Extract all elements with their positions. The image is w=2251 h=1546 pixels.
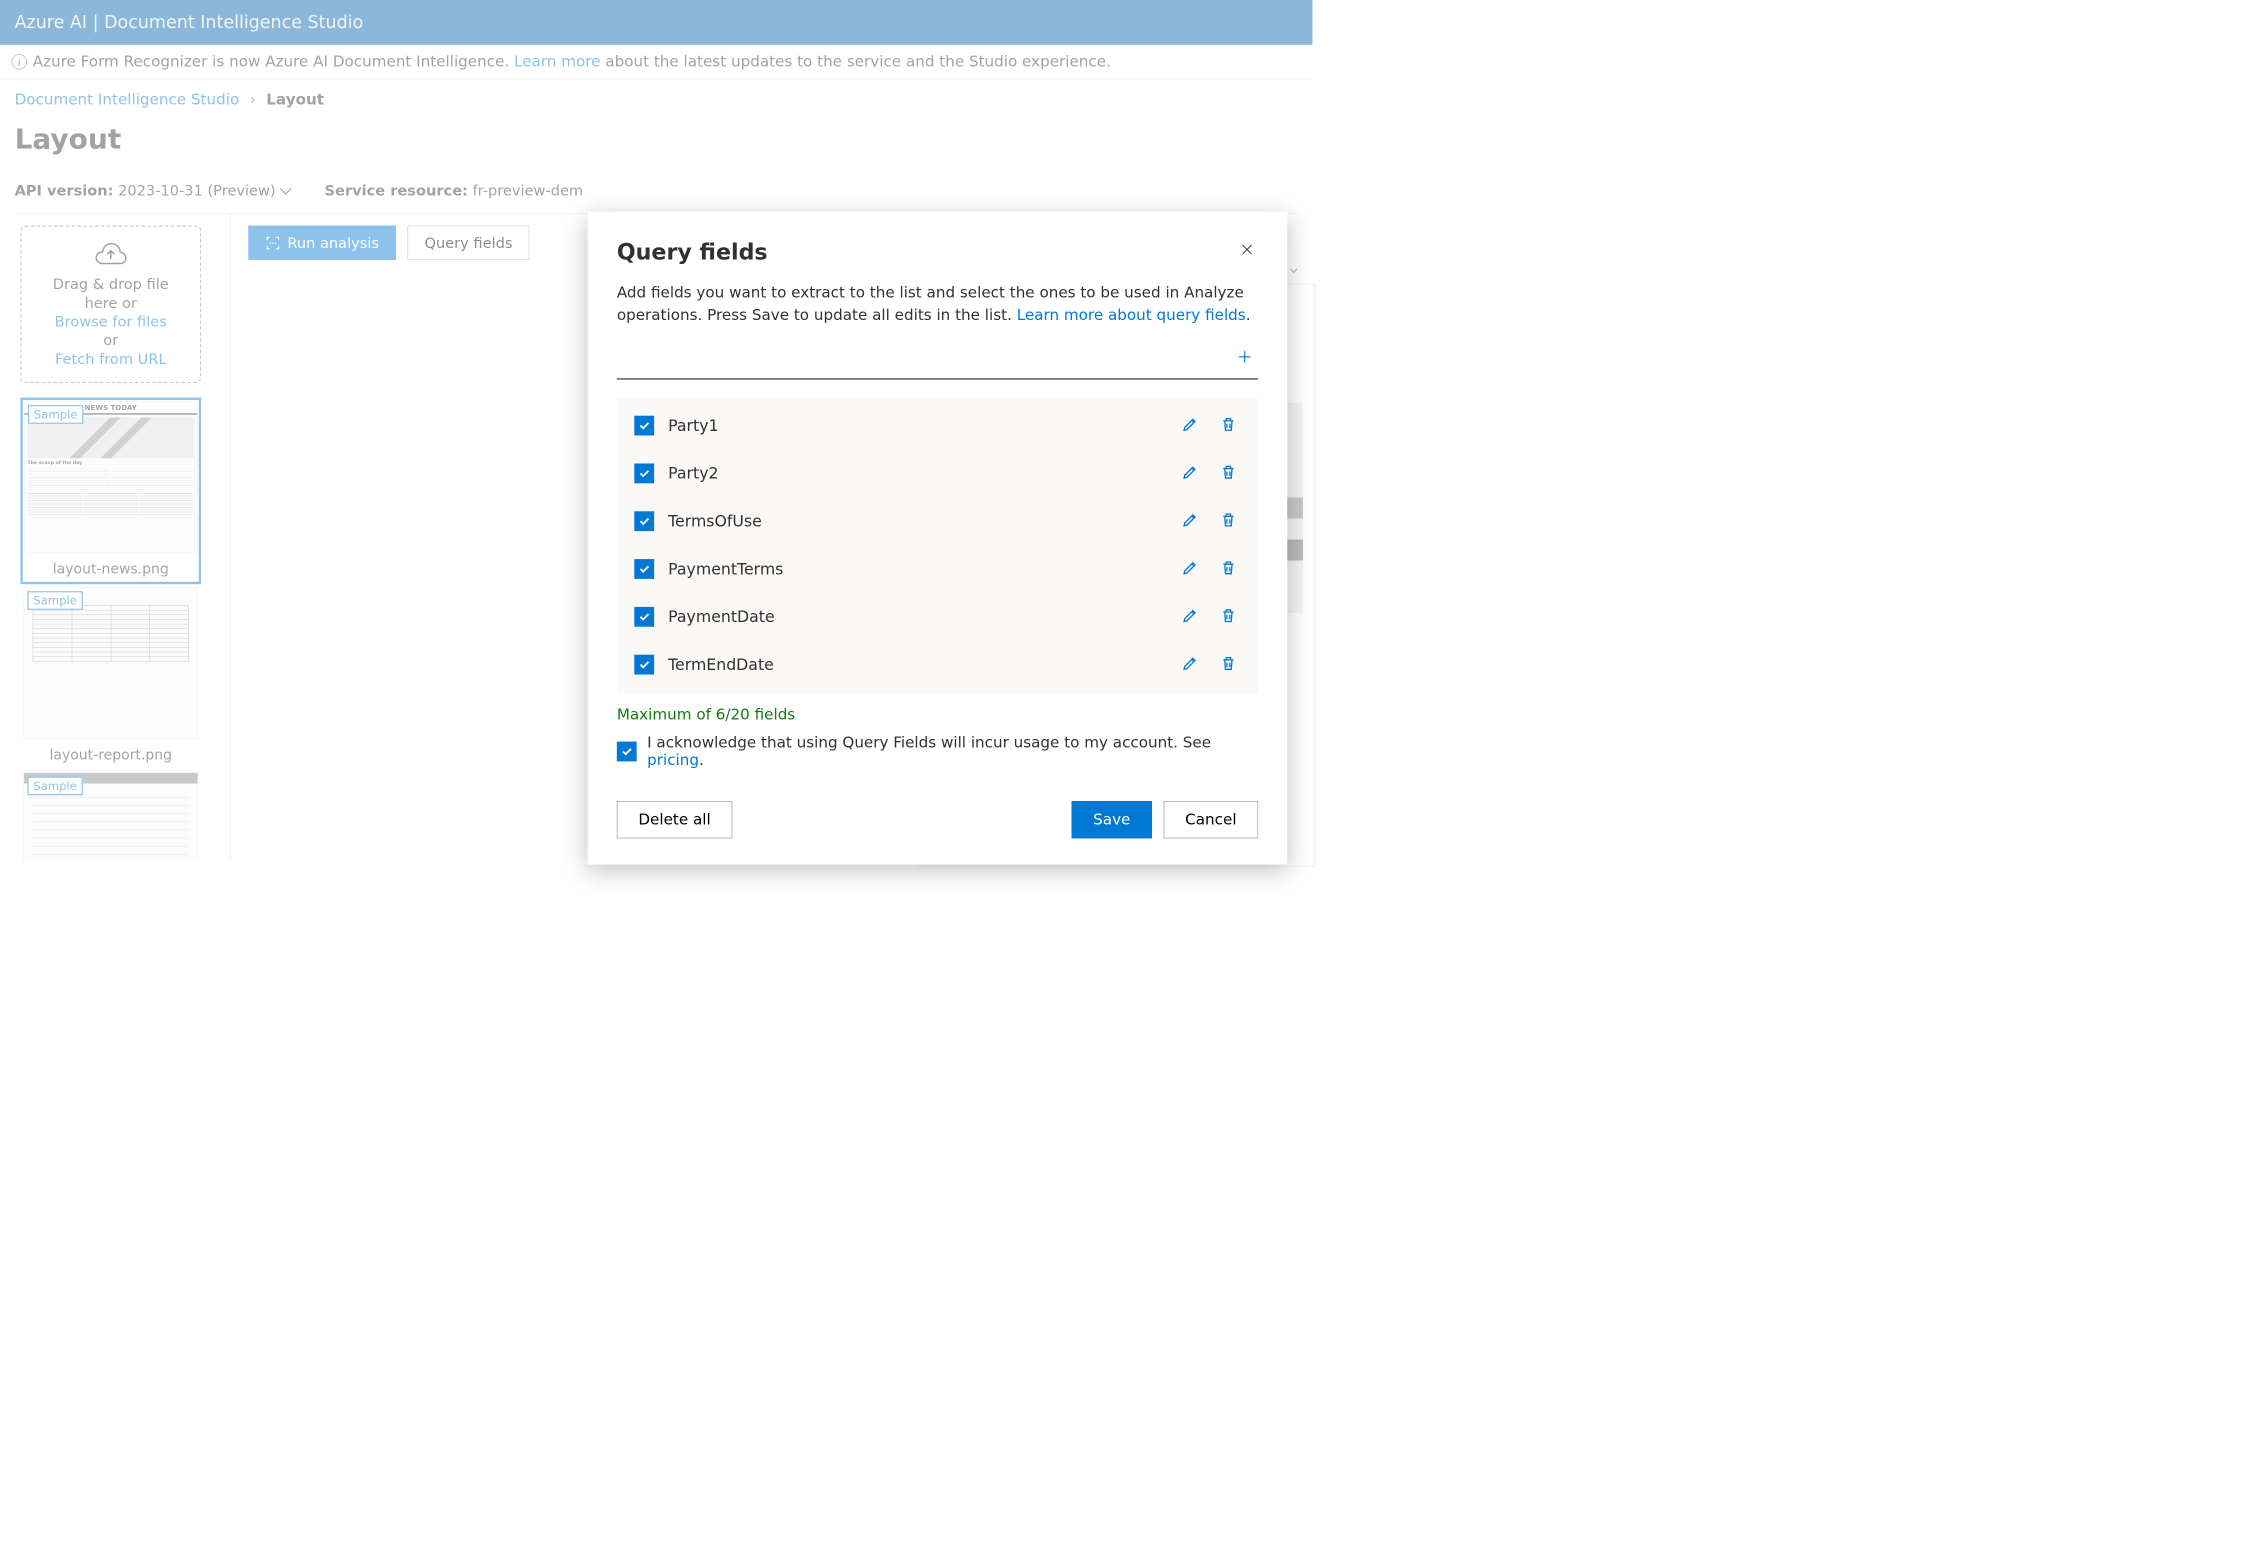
- field-name: Party2: [668, 464, 1164, 482]
- field-row: TermEndDate: [617, 641, 1258, 689]
- field-checkbox[interactable]: [634, 655, 654, 675]
- field-name: TermEndDate: [668, 656, 1164, 674]
- add-field-button[interactable]: [1231, 345, 1258, 372]
- delete-field-button[interactable]: [1216, 460, 1240, 487]
- edit-field-button[interactable]: [1178, 603, 1202, 630]
- delete-field-button[interactable]: [1216, 556, 1240, 583]
- learn-more-query-fields-link[interactable]: Learn more about query fields: [1017, 307, 1246, 324]
- trash-icon: [1220, 607, 1237, 624]
- edit-field-button[interactable]: [1178, 508, 1202, 535]
- trash-icon: [1220, 463, 1237, 480]
- field-row: Party1: [617, 402, 1258, 450]
- close-button[interactable]: [1236, 238, 1258, 265]
- pencil-icon: [1181, 559, 1198, 576]
- field-checkbox[interactable]: [634, 559, 654, 579]
- edit-field-button[interactable]: [1178, 412, 1202, 439]
- delete-field-button[interactable]: [1216, 651, 1240, 678]
- trash-icon: [1220, 416, 1237, 433]
- pricing-link[interactable]: pricing: [647, 751, 699, 768]
- modal-title: Query fields: [617, 239, 768, 265]
- save-button[interactable]: Save: [1072, 801, 1152, 838]
- cancel-button[interactable]: Cancel: [1164, 801, 1259, 838]
- delete-field-button[interactable]: [1216, 603, 1240, 630]
- edit-field-button[interactable]: [1178, 651, 1202, 678]
- fields-list: Party1 Party2 TermsOfUse PaymentTerms Pa…: [617, 397, 1258, 693]
- field-row: PaymentTerms: [617, 545, 1258, 593]
- pencil-icon: [1181, 655, 1198, 672]
- delete-all-button[interactable]: Delete all: [617, 801, 732, 838]
- delete-field-button[interactable]: [1216, 508, 1240, 535]
- field-row: Party2: [617, 449, 1258, 497]
- trash-icon: [1220, 655, 1237, 672]
- acknowledge-row: I acknowledge that using Query Fields wi…: [617, 734, 1258, 769]
- query-fields-modal: Query fields Add fields you want to extr…: [588, 212, 1288, 865]
- trash-icon: [1220, 559, 1237, 576]
- pencil-icon: [1181, 416, 1198, 433]
- field-name: PaymentTerms: [668, 560, 1164, 578]
- field-checkbox[interactable]: [634, 607, 654, 627]
- field-checkbox[interactable]: [634, 511, 654, 531]
- field-checkbox[interactable]: [634, 463, 654, 483]
- acknowledge-checkbox[interactable]: [617, 742, 637, 762]
- plus-icon: [1236, 348, 1253, 365]
- pencil-icon: [1181, 511, 1198, 528]
- field-row: PaymentDate: [617, 593, 1258, 641]
- modal-description: Add fields you want to extract to the li…: [617, 282, 1258, 327]
- field-checkbox[interactable]: [634, 416, 654, 436]
- edit-field-button[interactable]: [1178, 556, 1202, 583]
- field-name: PaymentDate: [668, 608, 1164, 626]
- field-name: TermsOfUse: [668, 512, 1164, 530]
- trash-icon: [1220, 511, 1237, 528]
- pencil-icon: [1181, 607, 1198, 624]
- edit-field-button[interactable]: [1178, 460, 1202, 487]
- delete-field-button[interactable]: [1216, 412, 1240, 439]
- pencil-icon: [1181, 463, 1198, 480]
- field-row: TermsOfUse: [617, 497, 1258, 545]
- close-icon: [1239, 242, 1254, 257]
- field-count: Maximum of 6/20 fields: [617, 706, 1258, 723]
- field-name: Party1: [668, 417, 1164, 435]
